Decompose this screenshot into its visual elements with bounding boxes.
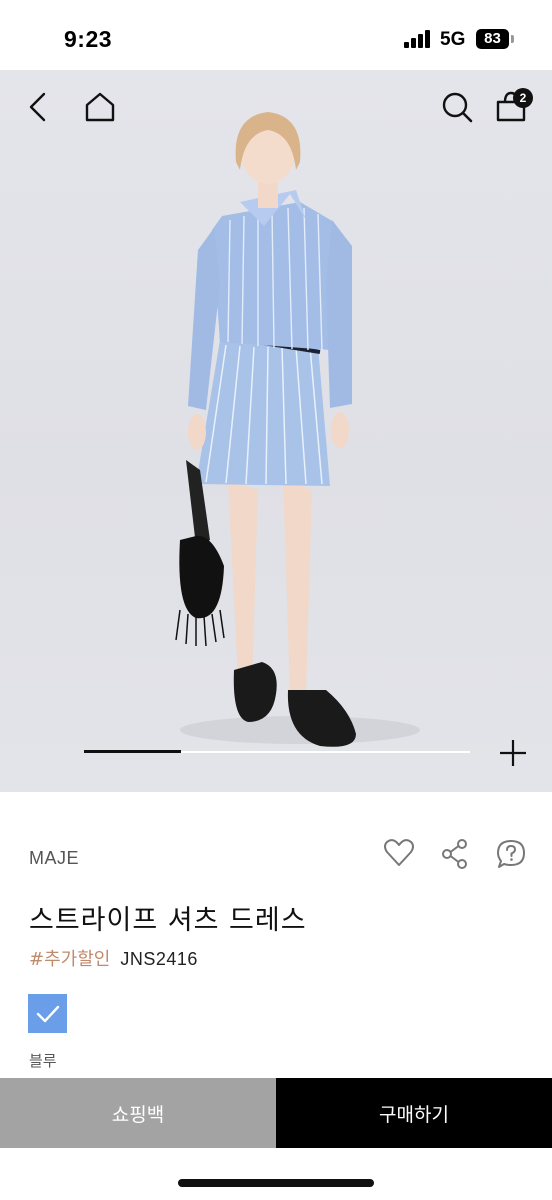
- gallery-progress: [84, 750, 470, 753]
- product-image[interactable]: [0, 70, 552, 792]
- status-bar: 9:23 5G 83: [0, 0, 552, 70]
- product-name: 스트라이프 셔츠 드레스: [29, 905, 307, 936]
- product-detail-screen: 9:23 5G 83 2 MAJE 스트라이프 셔츠 드레스 #추가할인 JNS…: [0, 0, 552, 1200]
- discount-tag[interactable]: #추가할인: [29, 949, 110, 970]
- add-to-bag-button[interactable]: 쇼핑백: [0, 1078, 276, 1148]
- brand-name[interactable]: MAJE: [29, 848, 79, 869]
- battery-tip: [511, 35, 514, 43]
- gallery-progress-fill: [84, 750, 181, 753]
- color-label: 블루: [29, 1052, 57, 1070]
- question-icon[interactable]: [495, 838, 527, 870]
- status-time: 9:23: [64, 26, 113, 52]
- battery-indicator: 83: [476, 29, 509, 49]
- home-indicator[interactable]: [178, 1179, 374, 1187]
- product-code: JNS2416: [120, 949, 198, 969]
- check-icon: [36, 1005, 59, 1022]
- plus-icon[interactable]: [498, 738, 528, 768]
- product-tags: #추가할인 JNS2416: [29, 945, 198, 971]
- signal-icon: [404, 30, 432, 48]
- heart-icon[interactable]: [383, 838, 415, 868]
- network-type: 5G: [440, 29, 466, 50]
- search-icon[interactable]: [440, 90, 474, 124]
- home-icon[interactable]: [83, 90, 117, 124]
- cart-count-badge: 2: [513, 88, 533, 108]
- model-photo: [175, 112, 420, 747]
- back-icon[interactable]: [26, 92, 50, 122]
- share-icon[interactable]: [440, 838, 470, 870]
- color-swatch-blue[interactable]: [28, 994, 67, 1033]
- buy-now-button[interactable]: 구매하기: [276, 1078, 552, 1148]
